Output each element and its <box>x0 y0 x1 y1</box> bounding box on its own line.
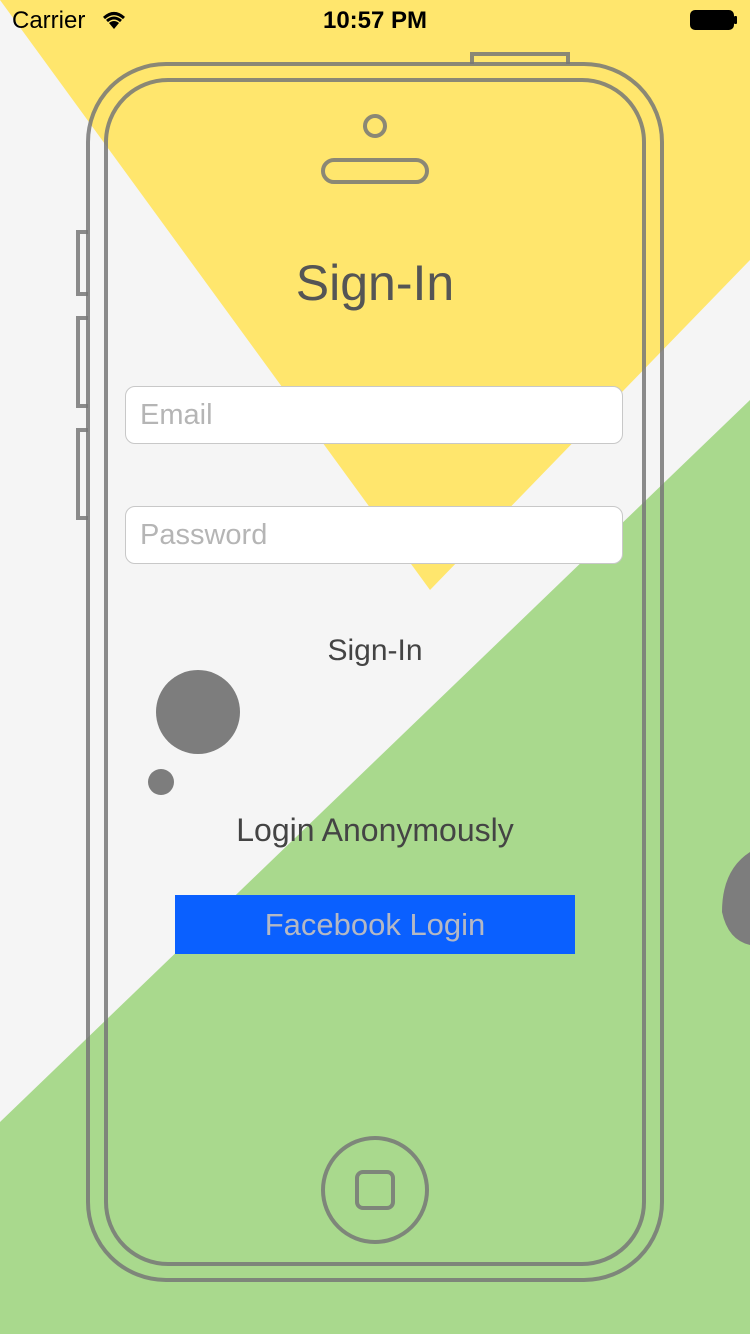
login-anonymously-button[interactable]: Login Anonymously <box>0 812 750 849</box>
facebook-login-button[interactable]: Facebook Login <box>175 895 575 954</box>
password-field[interactable] <box>125 506 623 564</box>
status-bar: Carrier 10:57 PM <box>0 0 750 40</box>
email-field[interactable] <box>125 386 623 444</box>
sign-in-button[interactable]: Sign-In <box>0 634 750 668</box>
speaker-icon <box>321 158 429 184</box>
camera-icon <box>363 114 387 138</box>
clock: 10:57 PM <box>322 7 428 34</box>
battery-icon <box>690 10 737 30</box>
page-title: Sign-In <box>295 255 455 311</box>
home-button-icon <box>321 1136 429 1244</box>
